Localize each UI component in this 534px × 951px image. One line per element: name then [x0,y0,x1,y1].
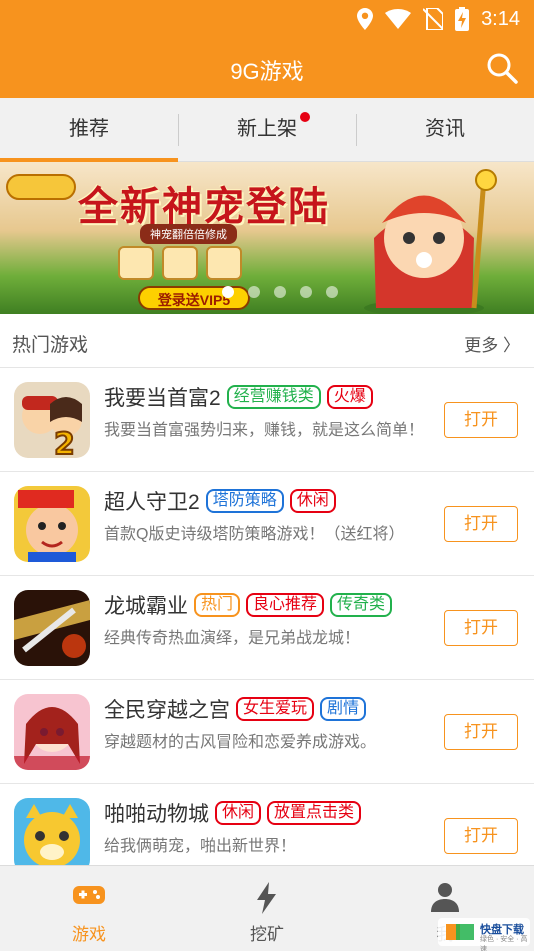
game-title-line: 我要当首富2 经营赚钱类 火爆 [104,382,373,412]
game-list-item[interactable]: 超人守卫2 塔防策略 休闲首款Q版史诗级塔防策略游戏！（送红将） 打开 [0,472,534,576]
game-tag: 女生爱玩 [236,697,315,721]
game-tag: 经营赚钱类 [226,385,321,409]
app-title: 9G游戏 [230,59,304,84]
game-icon-superman[interactable] [14,486,90,562]
game-name: 超人守卫2 [104,491,200,514]
open-game-button[interactable]: 打开 [444,506,518,542]
open-game-button[interactable]: 打开 [444,402,518,438]
game-name: 啪啪动物城 [104,803,209,826]
game-title-line: 啪啪动物城 休闲 放置点击类 [104,798,362,828]
watermark-logo-icon [446,924,474,940]
location-icon [357,8,374,30]
open-game-button[interactable]: 打开 [444,714,518,750]
game-tag: 火爆 [326,385,373,409]
battery-charging-icon [455,7,470,31]
carousel-dot[interactable] [274,286,286,298]
game-description: 首款Q版史诗级塔防策略游戏！（送红将） [104,526,405,543]
carousel-dot[interactable] [222,286,234,298]
nav-mining[interactable]: 挖矿 [178,866,356,951]
game-icon-rich-2[interactable]: 2 [14,382,90,458]
game-description: 经典传奇热血演绎，是兄弟战龙城！ [104,630,361,647]
nav-games[interactable]: 游戏 [0,866,178,951]
game-description: 给我俩萌宠，啪出新世界！ [104,838,297,855]
watermark-subtext: 绿色 · 安全 · 高速 [480,936,528,951]
gamepad-icon [73,886,105,904]
pet-thumbnail [118,246,154,280]
tab-label: 资讯 [425,118,465,140]
game-name: 龙城霸业 [104,595,188,618]
hot-games-header: 热门游戏 更多 〉 [0,314,534,368]
game-name: 我要当首富2 [104,387,221,410]
carousel-dot[interactable] [326,286,338,298]
tab-recommend[interactable]: 推荐 [0,98,178,162]
game-logo [6,174,76,200]
game-name: 全民穿越之宫 [104,699,230,722]
no-sim-icon [423,8,444,30]
open-game-button[interactable]: 打开 [444,610,518,646]
game-tag: 热门 [194,593,241,617]
game-tag: 良心推荐 [246,593,325,617]
status-bar: 3:14 [0,0,534,38]
game-description: 我要当首富强势归来，赚钱，就是这么简单！ [104,422,425,439]
game-list-item[interactable]: 全民穿越之宫 女生爱玩 剧情穿越题材的古风冒险和恋爱养成游戏。 打开 [0,680,534,784]
game-title-line: 龙城霸业 热门 良心推荐 传奇类 [104,590,393,620]
banner-pet-row [118,246,242,280]
carousel-dot[interactable] [248,286,260,298]
more-link[interactable]: 更多 〉 [464,331,520,356]
search-icon[interactable] [486,52,518,84]
lightning-icon [257,882,276,914]
game-tag: 塔防策略 [205,489,284,513]
banner-character-illustration [364,169,497,314]
nav-label: 挖矿 [250,925,284,944]
game-tag: 休闲 [215,801,262,825]
watermark: 快盘下载 绿色 · 安全 · 高速 [438,918,530,951]
open-game-button[interactable]: 打开 [444,818,518,854]
game-tag: 休闲 [289,489,336,513]
game-title-line: 全民穿越之宫 女生爱玩 剧情 [104,694,367,724]
carousel-dot[interactable] [300,286,312,298]
tab-news[interactable]: 资讯 [356,98,534,162]
game-list-item[interactable]: 2 我要当首富2 经营赚钱类 火爆我要当首富强势归来，赚钱，就是这么简单！ 打开 [0,368,534,472]
pet-thumbnail [162,246,198,280]
game-icon-animal-city[interactable] [14,798,90,874]
game-tag: 传奇类 [330,593,393,617]
section-title: 热门游戏 [12,335,89,356]
game-description: 穿越题材的古风冒险和恋爱养成游戏。 [104,734,377,751]
clock: 3:14 [481,7,520,30]
game-tag: 剧情 [320,697,367,721]
tab-bar: 推荐 新上架 资讯 [0,98,534,162]
game-icon-dragon-city[interactable] [14,590,90,666]
tab-label: 推荐 [69,118,109,140]
new-badge-dot [300,112,310,122]
banner-subline: 神宠翻倍倍修成 [140,224,237,244]
tab-new-releases[interactable]: 新上架 [178,98,356,162]
wifi-icon [385,9,412,29]
pet-thumbnail [206,246,242,280]
carousel-indicator[interactable] [222,286,338,298]
game-icon-palace[interactable] [14,694,90,770]
nav-label: 游戏 [72,925,106,944]
svg-text:2: 2 [54,427,75,458]
game-tag: 放置点击类 [267,801,362,825]
game-title-line: 超人守卫2 塔防策略 休闲 [104,486,336,516]
person-icon [431,883,459,912]
app-bar: 9G游戏 [0,38,534,98]
tab-label: 新上架 [237,118,297,140]
game-list-item[interactable]: 龙城霸业 热门 良心推荐 传奇类经典传奇热血演绎，是兄弟战龙城！ 打开 [0,576,534,680]
app-screen: 3:14 9G游戏 推荐 新上架 资讯 全新神宠登陆 神宠翻倍倍修成 登录送VI… [0,0,534,951]
